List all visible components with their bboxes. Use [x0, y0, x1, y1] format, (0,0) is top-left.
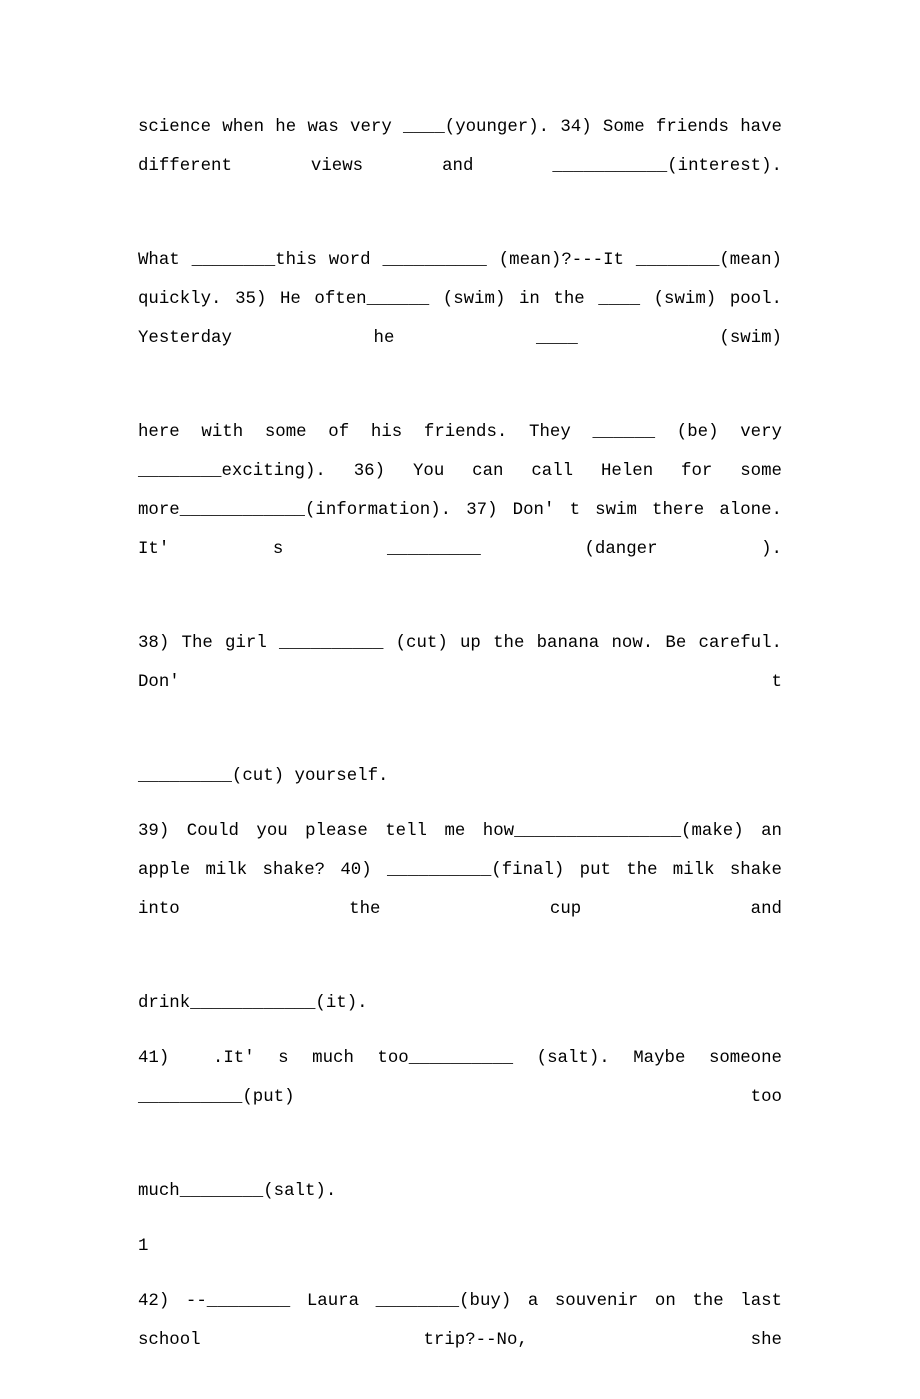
paragraph-39-40: 39) Could you please tell me how________… — [138, 822, 782, 919]
page-number-marker: 1 — [138, 1237, 149, 1256]
paragraph-38-continuation: _________(cut) yourself. — [138, 767, 389, 786]
paragraph-38: 38) The girl __________ (cut) up the ban… — [138, 634, 782, 692]
paragraph-42: 42) --________ Laura ________(buy) a sou… — [138, 1292, 782, 1350]
paragraph-41-continuation: much________(salt). — [138, 1182, 337, 1201]
paragraph-mean-35: What ________this word __________ (mean)… — [138, 251, 782, 348]
document-page: science when he was very ____(younger). … — [0, 0, 920, 1350]
paragraph-40-continuation: drink____________(it). — [138, 994, 368, 1013]
document-body: science when he was very ____(younger). … — [138, 108, 782, 1399]
paragraph-be-36-37: here with some of his friends. They ____… — [138, 423, 782, 559]
paragraph-33-34: science when he was very ____(younger). … — [138, 118, 782, 176]
paragraph-41: 41) .It' s much too__________ (salt). Ma… — [138, 1049, 782, 1107]
